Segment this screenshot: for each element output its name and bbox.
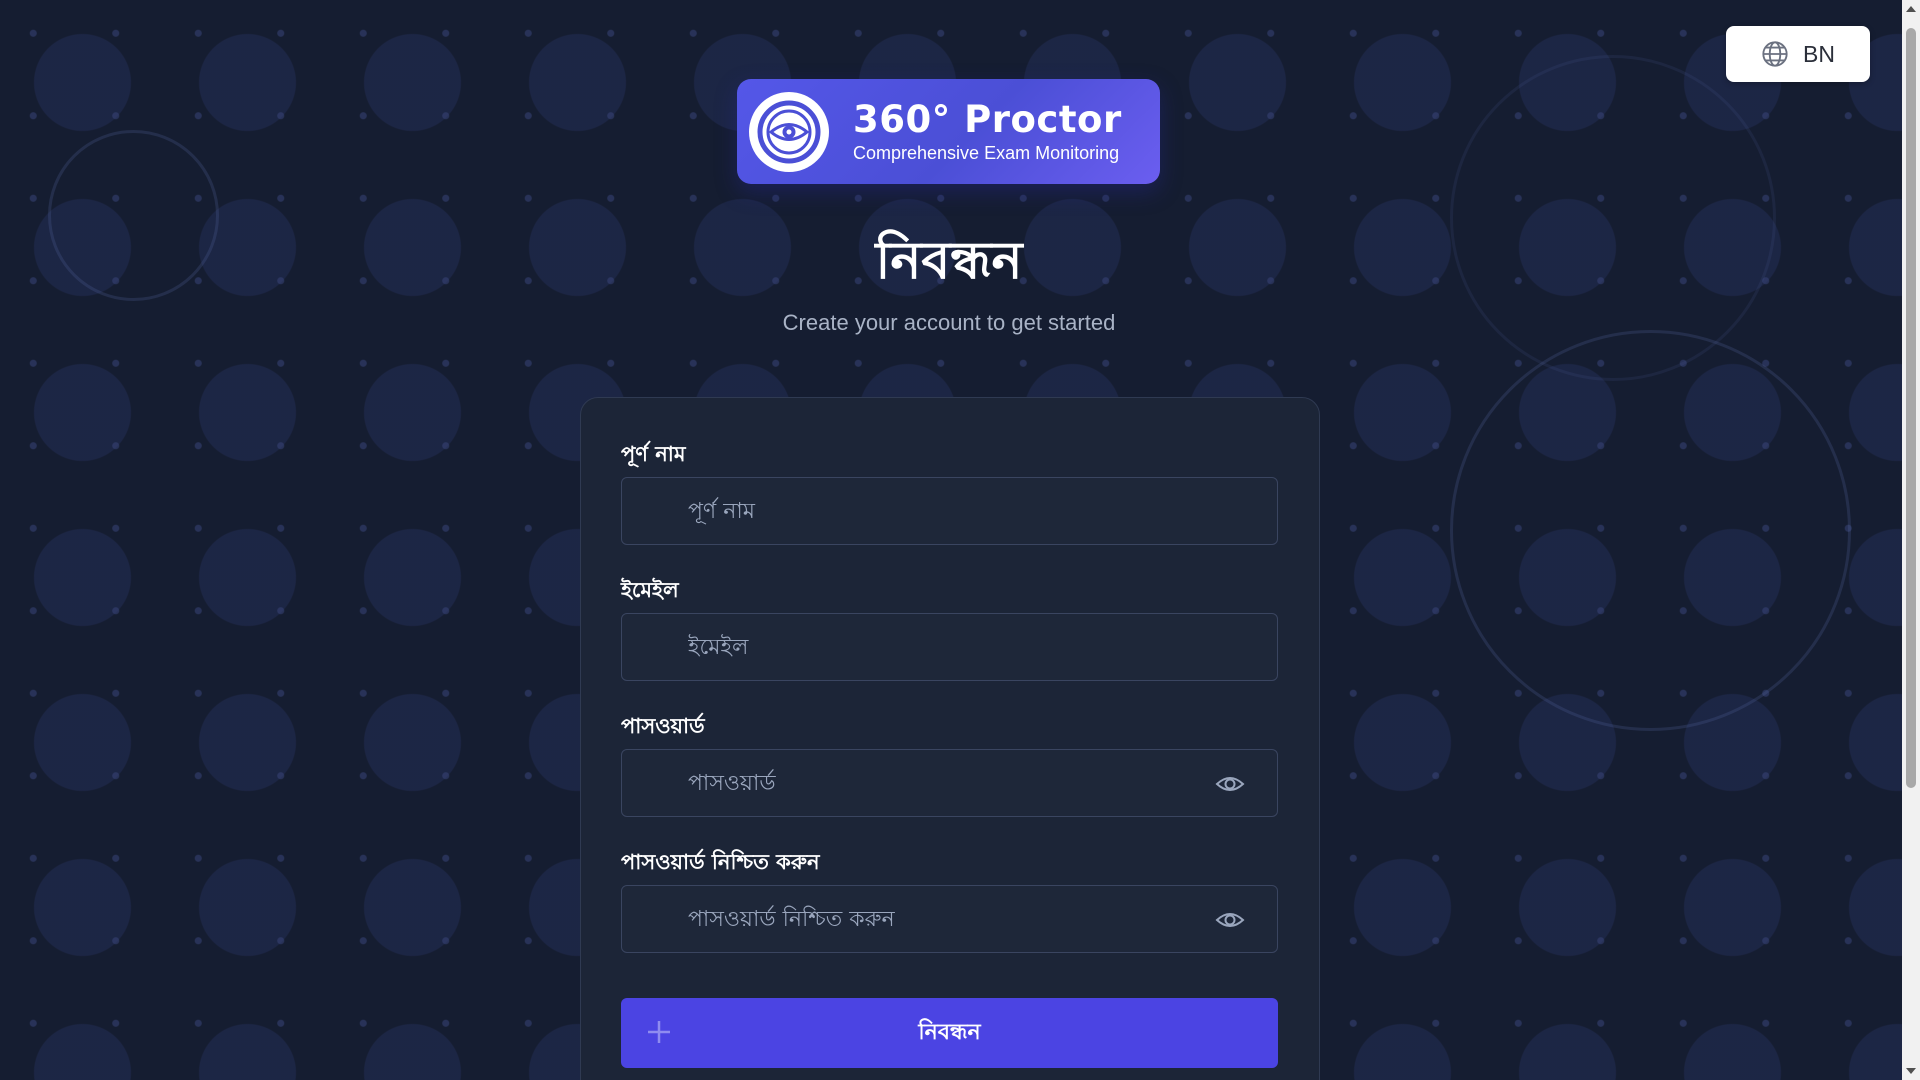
confirm-password-field [621, 885, 1278, 953]
confirm-password-label: পাসওয়ার্ড নিশ্চিত করুন [621, 850, 820, 874]
brand-title: 360° Proctor [853, 97, 1122, 141]
full-name-field [621, 477, 1278, 545]
registration-form-card: পূর্ণ নাম ইমেইল পাসওয়ার্ড পাসওয়ার্ড নি… [580, 397, 1320, 1080]
email-label: ইমেইল [621, 578, 679, 602]
page-title: নিবন্ধন [875, 231, 1023, 291]
full-name-label: পূর্ণ নাম [621, 442, 686, 466]
brand-subtitle: Comprehensive Exam Monitoring [853, 142, 1120, 163]
scroll-down-arrow-icon[interactable] [1906, 1068, 1916, 1074]
register-button-label: নিবন্ধন [918, 1019, 981, 1045]
registration-page: BN 360° Proctor Comprehensive Exam Monit… [0, 0, 1920, 1080]
confirm-password-input[interactable] [622, 886, 1277, 952]
plus-icon [648, 1021, 670, 1043]
decorative-ring [1450, 330, 1851, 731]
register-button[interactable]: নিবন্ধন [621, 998, 1278, 1068]
brand-banner: 360° Proctor Comprehensive Exam Monitori… [737, 79, 1160, 184]
scroll-up-arrow-icon[interactable] [1906, 6, 1916, 12]
eye-icon[interactable] [1215, 907, 1245, 933]
page-subtitle: Create your account to get started [782, 310, 1116, 335]
scrollbar-thumb[interactable] [1906, 28, 1916, 788]
eye-icon[interactable] [1215, 771, 1245, 797]
password-label: পাসওয়ার্ড [621, 714, 705, 738]
full-name-input[interactable] [622, 478, 1277, 544]
language-switcher-button[interactable]: BN [1726, 26, 1870, 82]
vertical-scrollbar[interactable] [1902, 0, 1920, 1080]
language-label: BN [1803, 40, 1835, 67]
password-input[interactable] [622, 750, 1277, 816]
password-field [621, 749, 1278, 817]
globe-icon [1762, 41, 1788, 67]
email-field [621, 613, 1278, 681]
eye-target-icon [749, 91, 829, 172]
email-input[interactable] [622, 614, 1277, 680]
